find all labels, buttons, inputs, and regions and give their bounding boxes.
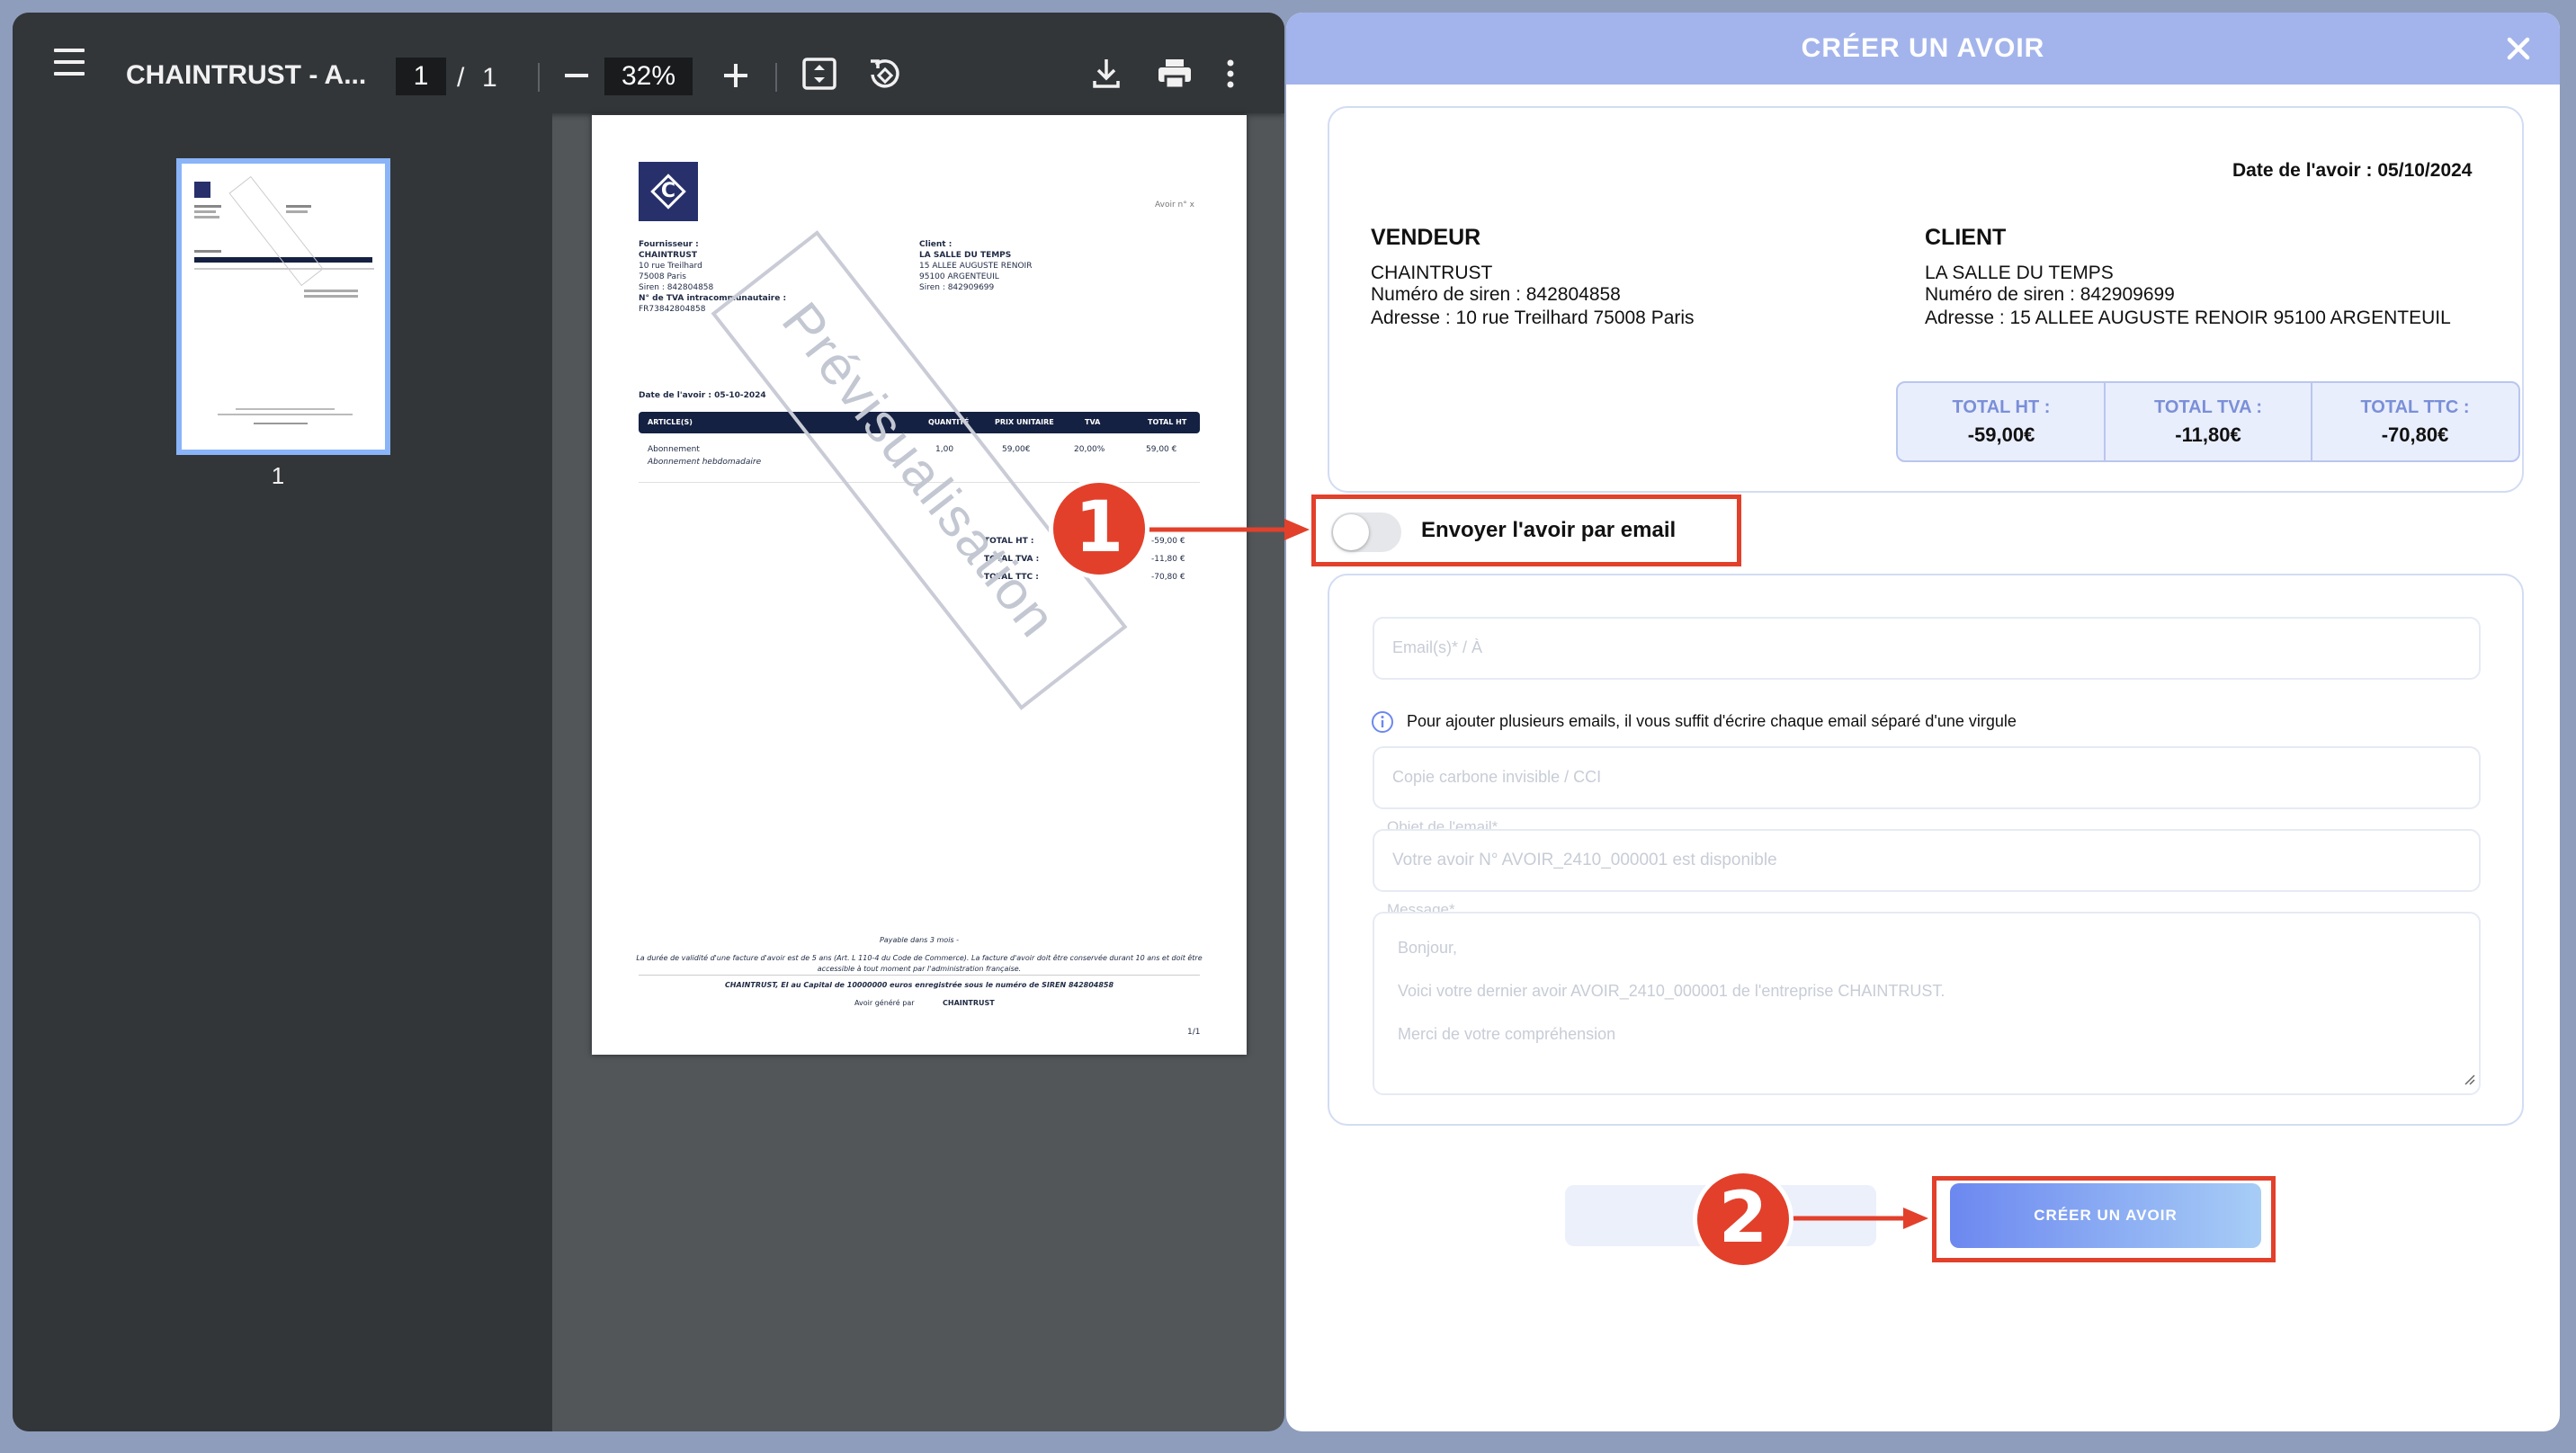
pdf-page: C Avoir n° x Fournisseur : CHAINTRUST 10… [592,115,1247,1055]
vendor-title: VENDEUR [1371,225,1481,250]
arrow-step-1 [1144,519,1310,540]
footer-generated-by: Avoir généré par [854,999,915,1007]
fit-page-icon[interactable] [802,58,836,90]
footer-company: CHAINTRUST, EI au Capital de 10000000 eu… [724,981,1114,989]
zoom-in-button[interactable] [718,52,754,88]
client-name: LA SALLE DU TEMPS [1925,263,2114,283]
total-ht-value: -59,00€ [1967,423,2035,446]
supplier-siren: Siren : 842804858 [639,283,714,292]
client-title: Client : [919,240,953,249]
message-line-1: Bonjour, [1398,939,1458,957]
total-ttc-value: -70,80€ [2381,423,2449,446]
row-unit-price: 59,00€ [1002,445,1031,454]
total-ht-label: TOTAL HT : [1952,397,2051,417]
page-total: 1 [482,63,497,93]
vendor-name: CHAINTRUST [1371,263,1493,283]
col-total-ht: TOTAL HT [1148,418,1187,426]
toolbar-divider [775,63,777,92]
client-siren: Siren : 842909699 [919,283,995,292]
document-title: CHAINTRUST - A... [126,60,367,90]
supplier-address-2: 75008 Paris [639,272,686,281]
email-help-text: Pour ajouter plusieurs emails, il vous s… [1407,712,2017,730]
supplier-address-1: 10 rue Treilhard [639,262,702,271]
toolbar-divider [538,63,540,92]
supplier-tva: FR73842804858 [639,305,706,314]
pdf-viewer: CHAINTRUST - A... 1 / 1 32% 1 C Avoir n°… [13,13,1284,1431]
total-ttc: TOTAL TTC : -70,80€ [2312,383,2518,460]
message-field[interactable]: Bonjour, Voici votre dernier avoir AVOIR… [1373,912,2481,1095]
supplier-name: CHAINTRUST [639,251,697,260]
credit-note-date: Date de l'avoir : 05/10/2024 [2232,160,2473,181]
client-title: CLIENT [1925,225,2007,250]
client-name: LA SALLE DU TEMPS [919,251,1012,260]
pdf-page-number: 1/1 [1187,1028,1201,1037]
cci-field[interactable]: Copie carbone invisible / CCI [1373,746,2481,809]
total-tva-value: -11,80€ [2175,423,2241,446]
row-tva: 20,00% [1074,445,1105,454]
preview-watermark: Prévisualisation [711,230,1128,710]
zoom-out-button[interactable] [559,52,595,88]
more-options-icon[interactable] [1225,58,1236,90]
col-unit-price: PRIX UNITAIRE [995,418,1054,426]
page-thumbnail[interactable] [176,158,390,455]
email-to-placeholder: Email(s)* / À [1392,638,1483,656]
total-tva: TOTAL TVA : -11,80€ [2105,383,2312,460]
supplier-title: Fournisseur : [639,240,699,249]
pdf-total-ttc: -70,80 € [1151,573,1185,582]
invoice-date: Date de l'avoir : 05-10-2024 [639,391,766,400]
zoom-level-input[interactable]: 32% [604,58,693,95]
row-total: 59,00 € [1146,445,1177,454]
subject-value: Votre avoir N° AVOIR_2410_000001 est dis… [1392,851,1777,869]
cci-placeholder: Copie carbone invisible / CCI [1392,768,1602,786]
menu-icon[interactable] [54,49,85,76]
total-ht: TOTAL HT : -59,00€ [1898,383,2105,460]
panel-header: CRÉER UN AVOIR [1286,13,2560,85]
footer-payment: Payable dans 3 mois - [879,936,960,944]
viewer-toolbar: CHAINTRUST - A... 1 / 1 32% [13,13,1284,113]
message-line-2: Voici votre dernier avoir AVOIR_2410_000… [1398,982,1945,1000]
col-article: ARTICLE(S) [648,418,693,426]
rotate-icon[interactable] [867,58,901,92]
total-ttc-label: TOTAL TTC : [2360,397,2470,417]
step-1-badge: 1 [1049,478,1149,579]
client-address: Adresse : 15 ALLEE AUGUSTE RENOIR 95100 … [1925,308,2451,328]
client-address-1: 15 ALLEE AUGUSTE RENOIR [919,262,1033,271]
client-siren: Numéro de siren : 842909699 [1925,284,2175,305]
footer-divider [639,975,1200,976]
thumbnail-sidebar: 1 [13,113,552,1431]
close-icon[interactable] [2502,32,2535,65]
print-icon[interactable] [1157,58,1193,90]
footer-legal-2: accessible à tout moment par l'administr… [817,965,1022,973]
subject-field[interactable]: Votre avoir N° AVOIR_2410_000001 est dis… [1373,829,2481,892]
step-2-badge: 2 [1693,1169,1793,1270]
page-separator: / [457,63,465,93]
footer-legal-1: La durée de validité d'une facture d'avo… [636,954,1203,962]
row-article: Abonnement [648,445,700,454]
resize-handle-icon[interactable] [2463,1073,2475,1090]
email-card: Email(s)* / À Pour ajouter plusieurs ema… [1328,574,2524,1126]
arrow-step-2 [1790,1208,1928,1229]
row-description: Abonnement hebdomadaire [648,458,762,467]
highlight-box-send-email [1311,495,1741,566]
footer-brand: CHAINTRUST [943,999,995,1007]
client-address-2: 95100 ARGENTEUIL [919,272,999,281]
summary-card: Date de l'avoir : 05/10/2024 VENDEUR CHA… [1328,106,2524,493]
totals-box: TOTAL HT : -59,00€ TOTAL TVA : -11,80€ T… [1896,381,2520,462]
vendor-address: Adresse : 10 rue Treilhard 75008 Paris [1371,308,1695,328]
page-number-input[interactable]: 1 [396,58,446,95]
message-line-3: Merci de votre compréhension [1398,1025,1616,1043]
vendor-siren: Numéro de siren : 842804858 [1371,284,1621,305]
thumbnail-page-number: 1 [271,462,285,489]
company-logo: C [639,162,698,221]
highlight-box-create-button [1932,1176,2276,1262]
invoice-number: Avoir n° x [1155,201,1194,209]
email-to-field[interactable]: Email(s)* / À [1373,617,2481,680]
pdf-total-tva: -11,80 € [1151,555,1185,564]
info-icon [1371,710,1394,734]
col-tva: TVA [1085,418,1101,426]
panel-title: CRÉER UN AVOIR [1801,33,2045,63]
download-icon[interactable] [1092,58,1121,90]
total-tva-label: TOTAL TVA : [2154,397,2262,417]
